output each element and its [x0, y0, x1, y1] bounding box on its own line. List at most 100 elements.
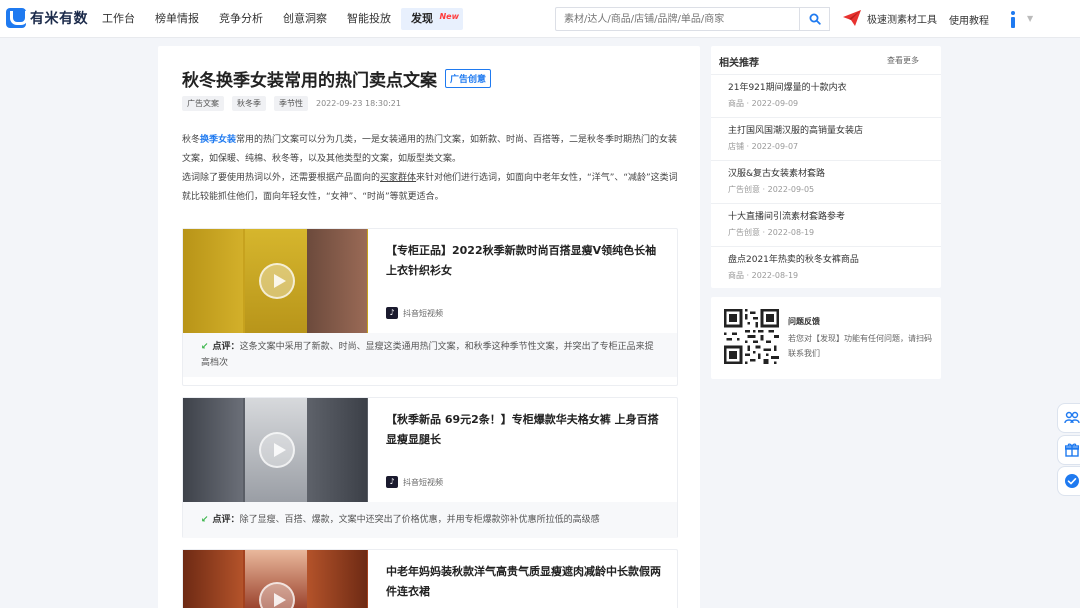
related-recommendations: 相关推荐 查看更多 21年921期间爆量的十款内衣 商品 · 2022-09-0…	[711, 46, 941, 288]
nav-item-rankings[interactable]: 榜单情报	[145, 8, 209, 30]
item-title[interactable]: 中老年妈妈装秋款洋气高贵气质显瘦遮肉减龄中长款假两件连衣裙	[386, 562, 666, 602]
thumb-bg	[183, 550, 243, 608]
tutorial-link[interactable]: 使用教程	[949, 12, 989, 27]
recommendations-header: 相关推荐 查看更多	[719, 54, 933, 70]
comment-arrow-icon: ↙	[201, 342, 209, 352]
recommendation-title: 盘点2021年热卖的秋冬女裤商品	[728, 255, 859, 265]
desc-text: 选词除了要使用热词以外，还需要根据产品面向的	[182, 173, 381, 183]
recommendation-meta: 广告创意 · 2022-09-05	[728, 185, 815, 194]
recommendation-meta: 商品 · 2022-08-19	[728, 271, 799, 280]
comment-text: 除了显瘦、百搭、爆款，文案中还突出了价格优惠，并用专柜爆款弥补优惠所拉低的高级感	[239, 515, 600, 525]
list-item[interactable]: 21年921期间爆量的十款内衣 商品 · 2022-09-09	[711, 74, 941, 117]
list-item[interactable]: 汉服&复古女装素材套路 广告创意 · 2022-09-05	[711, 160, 941, 203]
speed-test-tool-link[interactable]: 极速测素材工具	[842, 9, 937, 27]
search-input[interactable]	[555, 7, 800, 31]
douyin-icon: ♪	[386, 476, 398, 488]
recommendations-title: 相关推荐	[719, 58, 759, 69]
desc-text: 秋冬	[182, 135, 201, 145]
tag-seasonal[interactable]: 季节性	[274, 96, 308, 111]
recommendation-meta: 商品 · 2022-09-09	[728, 99, 799, 108]
nav-item-smart-ads[interactable]: 智能投放	[337, 8, 401, 30]
recommendation-list: 21年921期间爆量的十款内衣 商品 · 2022-09-09 主打国风国潮汉服…	[711, 74, 941, 289]
item-title[interactable]: 【秋季新品 69元2条！】专柜爆款华夫格女裤 上身百搭显瘦显腿长	[386, 410, 666, 450]
recommendation-title: 主打国风国潮汉服的高销量女装店	[728, 126, 864, 136]
community-icon	[1064, 411, 1080, 424]
comment-arrow-icon: ↙	[201, 515, 209, 525]
nav-item-competition[interactable]: 竞争分析	[209, 8, 273, 30]
user-info-icon[interactable]	[1008, 10, 1018, 30]
article-title-row: 秋冬换季女装常用的热门卖点文案 广告创意	[182, 66, 492, 91]
video-thumbnail[interactable]	[183, 229, 368, 333]
nav-item-discover[interactable]: 发现 New	[401, 8, 463, 30]
thumb-bg	[183, 229, 243, 333]
item-source: ♪ 抖音短视频	[386, 307, 443, 319]
item-comment: ↙ 点评：除了显瘦、百搭、爆款，文案中还突出了价格优惠，并用专柜爆款弥补优惠所拉低…	[183, 502, 677, 538]
nav-item-discover-label: 发现	[411, 12, 433, 25]
qr-code-icon	[724, 309, 779, 364]
feedback-title: 问题反馈	[788, 317, 820, 326]
recommendation-title: 21年921期间爆量的十款内衣	[728, 83, 847, 93]
underlined-keyword[interactable]: 买家群体	[380, 173, 416, 183]
source-label: 抖音短视频	[403, 308, 443, 318]
description-paragraph-1: 秋冬换季女装常用的热门文案可以分为几类，一是女装通用的热门文案，如新款、时尚、百…	[182, 131, 680, 169]
article-title: 秋冬换季女装常用的热门卖点文案	[182, 71, 437, 91]
top-header: 有米有数 工作台 榜单情报 竞争分析 创意洞察 智能投放 发现 New 极速测素…	[0, 0, 1080, 38]
check-circle-icon	[1065, 474, 1079, 488]
recommendation-meta: 店铺 · 2022-09-07	[728, 142, 799, 151]
new-badge: New	[439, 12, 459, 21]
comment-label: 点评：	[212, 342, 240, 352]
thumb-bg	[183, 398, 243, 502]
comment-label: 点评：	[212, 515, 240, 525]
highlight-keyword[interactable]: 换季女装	[200, 135, 236, 145]
desc-text: 常用的热门文案可以分为几类，一是女装通用的热门文案，如新款、时尚、百搭等，二是秋…	[182, 135, 678, 164]
logo-text: 有米有数	[30, 11, 88, 27]
brand-logo[interactable]: 有米有数	[6, 8, 88, 28]
creative-item[interactable]: 【秋季新品 69元2条！】专柜爆款华夫格女裤 上身百搭显瘦显腿长 ♪ 抖音短视频…	[182, 397, 678, 538]
list-item[interactable]: 主打国风国潮汉服的高销量女装店 店铺 · 2022-09-07	[711, 117, 941, 160]
thumb-bg	[307, 229, 367, 333]
item-comment: ↙ 点评：这条文案中采用了新款、时尚、显瘦这类通用热门文案，和秋季这种季节性文案，…	[183, 333, 677, 377]
logo-icon	[6, 8, 28, 28]
article-description: 秋冬换季女装常用的热门文案可以分为几类，一是女装通用的热门文案，如新款、时尚、百…	[182, 131, 680, 207]
article-tags: 广告文案 秋冬季 季节性 2022-09-23 18:30:21	[182, 96, 401, 111]
feedback-card: 问题反馈 若您对【发现】功能有任何问题，请扫码联系我们	[711, 297, 941, 379]
nav-item-workbench[interactable]: 工作台	[92, 8, 145, 30]
article-card: 秋冬换季女装常用的热门卖点文案 广告创意 广告文案 秋冬季 季节性 2022-0…	[158, 46, 700, 608]
gift-icon	[1065, 443, 1079, 457]
view-more-link[interactable]: 查看更多	[887, 55, 919, 66]
chevron-down-icon[interactable]: ▼	[1027, 14, 1033, 23]
video-thumbnail[interactable]	[183, 398, 368, 502]
list-item[interactable]: 盘点2021年热卖的秋冬女裤商品 商品 · 2022-08-19	[711, 246, 941, 289]
video-thumbnail[interactable]	[183, 550, 368, 608]
speed-test-tool-label: 极速测素材工具	[867, 14, 937, 26]
search-icon	[809, 13, 821, 25]
tag-ad-copy[interactable]: 广告文案	[182, 96, 224, 111]
feedback-description: 若您对【发现】功能有任何问题，请扫码联系我们	[788, 334, 932, 358]
thumb-bg	[307, 398, 367, 502]
description-paragraph-2: 选词除了要使用热词以外，还需要根据产品面向的买家群体来针对他们进行选词，如面向中…	[182, 169, 680, 207]
article-date: 2022-09-23 18:30:21	[316, 99, 401, 108]
search-button[interactable]	[800, 7, 830, 31]
comment-text: 这条文案中采用了新款、时尚、显瘦这类通用热门文案，和秋季这种季节性文案，并突出了…	[201, 342, 654, 368]
recommendation-meta: 广告创意 · 2022-08-19	[728, 228, 815, 237]
item-title[interactable]: 【专柜正品】2022秋季新款时尚百搭显瘦V领纯色长袖上衣针织衫女	[386, 241, 666, 281]
category-tag[interactable]: 广告创意	[445, 69, 492, 88]
creative-item[interactable]: 中老年妈妈装秋款洋气高贵气质显瘦遮肉减龄中长款假两件连衣裙	[182, 549, 678, 608]
creative-item[interactable]: 【专柜正品】2022秋季新款时尚百搭显瘦V领纯色长袖上衣针织衫女 ♪ 抖音短视频…	[182, 228, 678, 386]
nav-item-creative[interactable]: 创意洞察	[273, 8, 337, 30]
thumb-bg	[307, 550, 367, 608]
check-button[interactable]	[1057, 466, 1080, 496]
list-item[interactable]: 十大直播间引流素材套路参考 广告创意 · 2022-08-19	[711, 203, 941, 246]
play-icon[interactable]	[259, 263, 295, 299]
main-nav: 工作台 榜单情报 竞争分析 创意洞察 智能投放 发现 New	[92, 0, 463, 38]
tag-autumn-winter[interactable]: 秋冬季	[232, 96, 266, 111]
source-label: 抖音短视频	[403, 477, 443, 487]
recommendation-title: 十大直播间引流素材套路参考	[728, 212, 846, 222]
item-source: ♪ 抖音短视频	[386, 476, 443, 488]
paper-plane-icon	[843, 10, 861, 26]
recommendation-title: 汉服&复古女装素材套路	[728, 169, 826, 179]
play-icon[interactable]	[259, 432, 295, 468]
community-button[interactable]	[1057, 403, 1080, 433]
gift-button[interactable]	[1057, 435, 1080, 465]
douyin-icon: ♪	[386, 307, 398, 319]
